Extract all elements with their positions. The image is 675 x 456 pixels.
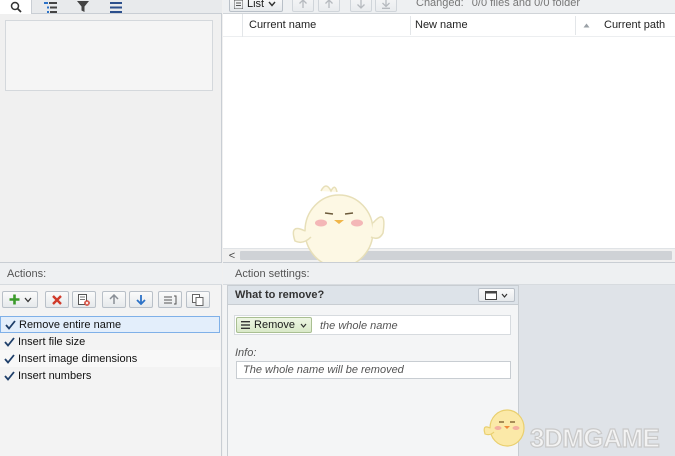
chick-logo-icon bbox=[483, 409, 525, 447]
move-action-up-button[interactable] bbox=[102, 291, 126, 308]
action-row[interactable]: Insert image dimensions bbox=[0, 350, 220, 367]
info-label: Info: bbox=[235, 347, 257, 359]
column-new-name-label: New name bbox=[415, 19, 468, 31]
clear-list-icon bbox=[78, 293, 90, 306]
column-current-path-label: Current path bbox=[604, 19, 666, 31]
changed-status: Changed: 0/0 files and 0/0 folder bbox=[416, 0, 580, 9]
mascot-illustration bbox=[287, 183, 387, 271]
arrow-up-icon bbox=[325, 0, 333, 8]
arrow-down-bar-icon bbox=[382, 0, 390, 9]
action-settings-header: Action settings: bbox=[223, 263, 675, 285]
check-icon bbox=[3, 336, 15, 347]
copy-icon bbox=[192, 293, 204, 306]
remove-description: the whole name bbox=[320, 320, 398, 332]
remove-group-box: What to remove? Remove the whole name In… bbox=[227, 285, 519, 456]
move-top-button[interactable] bbox=[292, 0, 314, 12]
watermark-text: 3DMGAME bbox=[529, 422, 660, 453]
action-checkbox[interactable] bbox=[4, 319, 16, 331]
action-label: Remove entire name bbox=[19, 318, 122, 331]
chevron-down-icon bbox=[501, 293, 508, 298]
sort-ascending-icon bbox=[583, 23, 590, 27]
row-header-gutter bbox=[223, 14, 243, 37]
move-up-button[interactable] bbox=[318, 0, 340, 12]
action-label: Insert image dimensions bbox=[18, 352, 138, 365]
move-bottom-button[interactable] bbox=[375, 0, 397, 12]
rename-icon bbox=[163, 295, 176, 304]
check-icon bbox=[3, 353, 15, 364]
actions-header-label: Actions: bbox=[7, 267, 47, 280]
info-text: The whole name will be removed bbox=[243, 364, 404, 376]
remove-group-title: What to remove? bbox=[235, 289, 325, 301]
action-row[interactable]: Remove entire name bbox=[0, 316, 220, 333]
plus-icon bbox=[9, 294, 19, 305]
watermark-logo: 3DMGAME bbox=[482, 402, 672, 454]
delete-action-button[interactable] bbox=[45, 291, 69, 308]
chevron-down-icon bbox=[300, 323, 307, 328]
window-icon bbox=[485, 290, 497, 300]
scroll-left-icon: < bbox=[228, 249, 236, 262]
column-current-name-label: Current name bbox=[249, 19, 317, 31]
tab-menu[interactable] bbox=[107, 0, 125, 14]
action-settings-header-label: Action settings: bbox=[235, 267, 310, 280]
left-content-box bbox=[5, 20, 213, 91]
action-row[interactable]: Insert numbers bbox=[0, 367, 220, 384]
list-view-icon bbox=[234, 0, 243, 9]
move-action-down-button[interactable] bbox=[129, 291, 153, 308]
actions-header: Actions: bbox=[0, 263, 222, 285]
chevron-down-icon bbox=[268, 1, 276, 7]
column-current-path[interactable]: Current path bbox=[583, 14, 675, 36]
changed-label: Changed: bbox=[416, 0, 464, 9]
menu-icon bbox=[110, 1, 122, 13]
column-current-name[interactable]: Current name bbox=[249, 14, 409, 36]
column-divider[interactable] bbox=[410, 16, 411, 35]
arrow-down-icon bbox=[136, 295, 146, 305]
actions-panel: Actions: Remove entire name Insert file … bbox=[0, 262, 222, 456]
arrow-up-icon bbox=[109, 294, 119, 304]
scroll-left-arrow[interactable]: < bbox=[227, 249, 237, 262]
tab-search[interactable] bbox=[0, 0, 32, 14]
chevron-down-icon bbox=[24, 297, 31, 302]
left-top-panel bbox=[0, 0, 222, 262]
search-icon bbox=[10, 1, 22, 13]
delete-all-button[interactable] bbox=[72, 291, 96, 308]
changed-value: 0/0 files and 0/0 folder bbox=[471, 0, 581, 9]
action-row[interactable]: Insert file size bbox=[0, 333, 220, 350]
column-new-name[interactable]: New name bbox=[415, 14, 575, 36]
action-checkbox[interactable] bbox=[3, 353, 15, 365]
edit-action-button[interactable] bbox=[158, 291, 182, 308]
check-icon bbox=[3, 370, 15, 381]
view-list-button[interactable]: List bbox=[229, 0, 283, 12]
filter-icon bbox=[77, 1, 89, 12]
delete-x-icon bbox=[52, 294, 62, 305]
arrow-up-icon bbox=[299, 0, 307, 8]
action-checkbox[interactable] bbox=[3, 370, 15, 382]
tree-list-icon bbox=[43, 1, 57, 13]
tab-filter[interactable] bbox=[74, 0, 92, 14]
menu-icon bbox=[241, 321, 251, 329]
tab-tree[interactable] bbox=[40, 0, 60, 14]
duplicate-action-button[interactable] bbox=[186, 291, 210, 308]
info-field: The whole name will be removed bbox=[236, 361, 511, 379]
remove-group-header: What to remove? bbox=[228, 286, 518, 305]
remove-mode-label: Remove bbox=[254, 319, 295, 331]
action-checkbox[interactable] bbox=[3, 336, 15, 348]
arrow-down-icon bbox=[357, 0, 365, 9]
panel-layout-button[interactable] bbox=[478, 288, 515, 302]
check-icon bbox=[4, 319, 16, 330]
action-label: Insert numbers bbox=[18, 369, 92, 382]
view-list-label: List bbox=[247, 0, 265, 10]
chick-mascot-icon bbox=[292, 185, 385, 270]
move-down-button[interactable] bbox=[350, 0, 372, 12]
remove-mode-dropdown[interactable]: Remove bbox=[236, 317, 312, 333]
add-action-button[interactable] bbox=[2, 291, 38, 308]
action-label: Insert file size bbox=[18, 335, 86, 348]
column-divider[interactable] bbox=[575, 16, 576, 35]
